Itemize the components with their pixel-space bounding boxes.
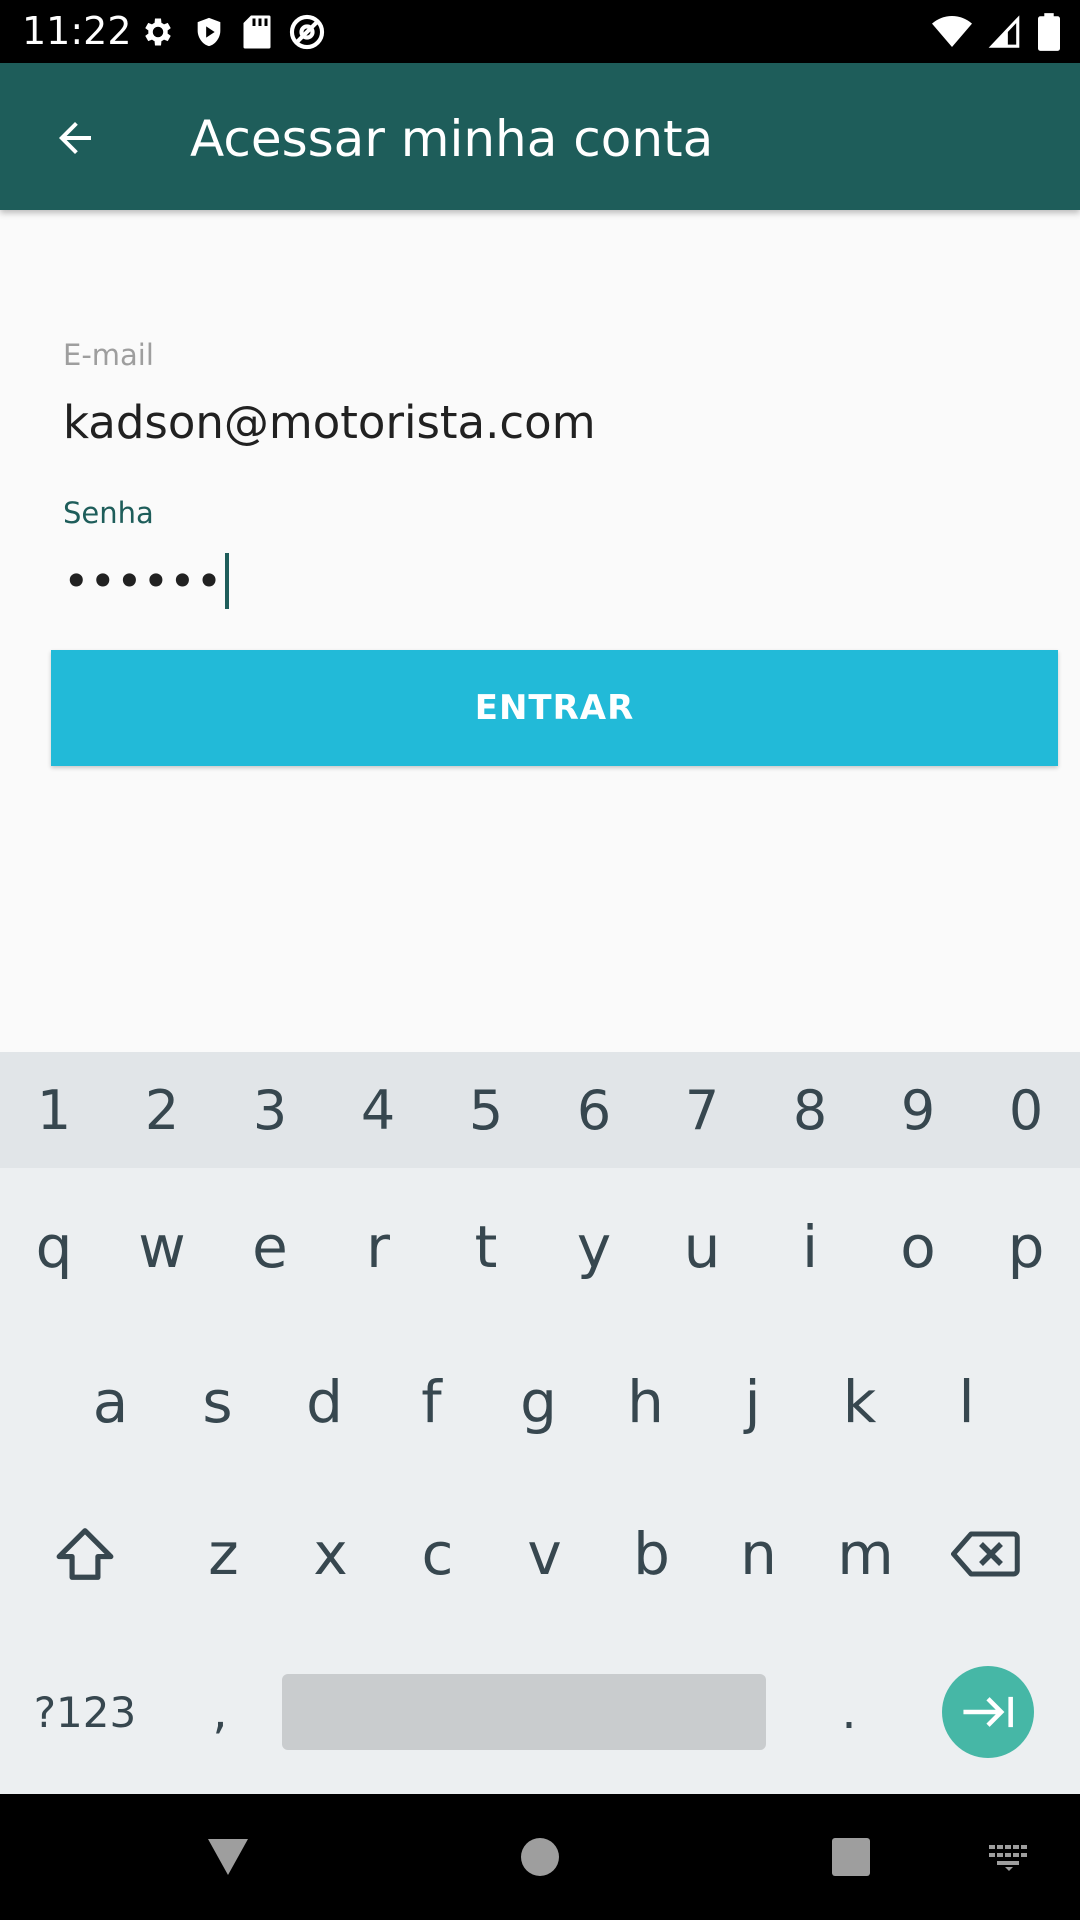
key-l[interactable]: l — [913, 1332, 1020, 1472]
keyboard-switch-icon — [989, 1845, 1027, 1871]
nav-keyboard-button[interactable] — [984, 1827, 1034, 1887]
key-t[interactable]: t — [432, 1182, 540, 1312]
keyboard-number-row: 1234567890 — [0, 1052, 1080, 1168]
back-triangle-icon — [208, 1839, 248, 1875]
key-d[interactable]: d — [271, 1332, 378, 1472]
shift-key[interactable] — [0, 1484, 170, 1624]
password-value: •••••• — [63, 554, 223, 608]
delete-key[interactable] — [919, 1484, 1053, 1624]
wifi-icon — [932, 16, 972, 47]
signal-icon — [988, 15, 1020, 48]
key-v[interactable]: v — [491, 1484, 598, 1624]
soft-keyboard: 1234567890 qwertyuiop asdfghjkl zxcvbnm … — [0, 1052, 1080, 1794]
backspace-icon — [951, 1531, 1020, 1577]
password-field[interactable]: •••••• — [63, 553, 230, 609]
key-s[interactable]: s — [164, 1332, 271, 1472]
recents-square-icon — [832, 1838, 870, 1876]
key-f[interactable]: f — [378, 1332, 485, 1472]
tab-next-icon — [963, 1696, 1013, 1728]
keyboard-row-bottom: ?123 , . — [0, 1652, 1034, 1772]
key-j[interactable]: j — [699, 1332, 806, 1472]
password-label: Senha — [63, 496, 154, 530]
key-a[interactable]: a — [57, 1332, 164, 1472]
key-w[interactable]: w — [108, 1182, 216, 1312]
key-4[interactable]: 4 — [324, 1052, 432, 1168]
keyboard-row-zxcv: zxcvbnm — [0, 1484, 1053, 1624]
home-circle-icon — [521, 1838, 559, 1876]
key-r[interactable]: r — [324, 1182, 432, 1312]
key-c[interactable]: c — [384, 1484, 491, 1624]
arrow-back-icon — [59, 122, 91, 154]
key-p[interactable]: p — [972, 1182, 1080, 1312]
keyboard-row-qwerty: qwertyuiop — [0, 1182, 1080, 1312]
key-i[interactable]: i — [756, 1182, 864, 1312]
status-notification-icons — [140, 12, 326, 52]
nav-recents-button[interactable] — [826, 1827, 876, 1887]
key-h[interactable]: h — [592, 1332, 699, 1472]
key-o[interactable]: o — [864, 1182, 972, 1312]
key-z[interactable]: z — [170, 1484, 277, 1624]
status-bar: 11:22 — [0, 0, 1080, 63]
status-system-icons — [932, 12, 1060, 52]
email-field[interactable]: kadson@motorista.com — [63, 395, 596, 451]
shield-icon — [197, 17, 221, 47]
keyboard-row-asdf: asdfghjkl — [57, 1332, 1020, 1472]
next-key[interactable] — [942, 1666, 1034, 1758]
page-title: Acessar minha conta — [190, 110, 714, 168]
key-m[interactable]: m — [812, 1484, 919, 1624]
key-b[interactable]: b — [598, 1484, 705, 1624]
battery-icon — [1038, 13, 1060, 51]
key-7[interactable]: 7 — [648, 1052, 756, 1168]
login-button[interactable]: ENTRAR — [51, 650, 1058, 766]
nav-home-button[interactable] — [510, 1827, 570, 1887]
space-key[interactable] — [282, 1674, 766, 1750]
key-y[interactable]: y — [540, 1182, 648, 1312]
at-sign-icon — [289, 14, 325, 50]
back-button[interactable] — [40, 103, 110, 173]
key-6[interactable]: 6 — [540, 1052, 648, 1168]
sd-card-icon — [243, 15, 271, 49]
key-k[interactable]: k — [806, 1332, 913, 1472]
key-n[interactable]: n — [705, 1484, 812, 1624]
key-x[interactable]: x — [277, 1484, 384, 1624]
key-8[interactable]: 8 — [756, 1052, 864, 1168]
comma-key[interactable]: , — [170, 1652, 270, 1772]
key-e[interactable]: e — [216, 1182, 324, 1312]
key-5[interactable]: 5 — [432, 1052, 540, 1168]
key-q[interactable]: q — [0, 1182, 108, 1312]
key-9[interactable]: 9 — [864, 1052, 972, 1168]
status-time: 11:22 — [22, 9, 132, 53]
key-2[interactable]: 2 — [108, 1052, 216, 1168]
symbols-key[interactable]: ?123 — [0, 1652, 170, 1772]
key-0[interactable]: 0 — [972, 1052, 1080, 1168]
key-3[interactable]: 3 — [216, 1052, 324, 1168]
key-1[interactable]: 1 — [0, 1052, 108, 1168]
key-g[interactable]: g — [485, 1332, 592, 1472]
nav-back-button[interactable] — [200, 1827, 256, 1887]
key-u[interactable]: u — [648, 1182, 756, 1312]
period-key[interactable]: . — [778, 1652, 920, 1772]
text-cursor — [225, 553, 230, 609]
email-label: E-mail — [63, 338, 154, 372]
system-nav-bar — [0, 1794, 1080, 1920]
settings-icon — [145, 18, 171, 46]
keyboard-letters-zxcv: zxcvbnm — [170, 1484, 919, 1624]
shift-icon — [56, 1528, 114, 1580]
app-bar: Acessar minha conta — [0, 63, 1080, 210]
